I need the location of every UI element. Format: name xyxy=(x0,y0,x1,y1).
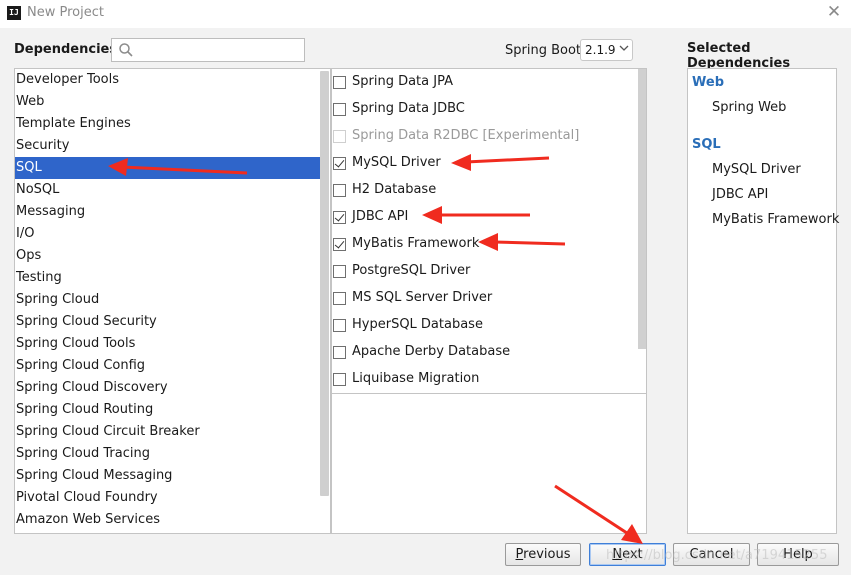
category-item[interactable]: Spring Cloud xyxy=(15,289,320,311)
close-icon[interactable]: ✕ xyxy=(826,3,842,21)
category-item[interactable]: Security xyxy=(15,135,320,157)
search-icon xyxy=(119,43,133,57)
dependency-item[interactable]: PostgreSQL Driver xyxy=(332,258,637,285)
selected-dependencies-title: Selected Dependencies xyxy=(687,41,791,71)
cancel-label: Cancel xyxy=(689,547,734,562)
category-item[interactable]: I/O xyxy=(15,223,320,245)
dependency-item[interactable]: HyperSQL Database xyxy=(332,312,637,339)
category-item[interactable]: Spring Cloud Discovery xyxy=(15,377,320,399)
category-scrollbar[interactable] xyxy=(320,71,329,496)
next-label-rest: ext xyxy=(622,547,643,562)
dependency-item[interactable]: MyBatis Framework xyxy=(332,231,637,258)
dependency-list: Spring Data JPA Spring Data JDBC Spring Da… xyxy=(332,69,637,393)
dependency-label: Spring Data JPA xyxy=(352,74,453,89)
dependency-item[interactable]: JDBC API xyxy=(332,204,637,231)
next-button[interactable]: Next xyxy=(589,543,666,566)
selected-item: Spring Web xyxy=(712,100,787,115)
previous-button[interactable]: Previous xyxy=(505,543,581,566)
selected-group-web: Web xyxy=(692,75,724,90)
category-item[interactable]: Testing xyxy=(15,267,320,289)
help-button[interactable]: Help xyxy=(757,543,839,566)
dependency-label: Apache Derby Database xyxy=(352,344,511,359)
next-mnemonic: N xyxy=(612,547,623,562)
dependency-checkbox[interactable] xyxy=(333,211,346,224)
dependency-label: MySQL Driver xyxy=(352,155,441,170)
spring-boot-label: Spring Boot xyxy=(505,43,582,58)
dependency-label: Liquibase Migration xyxy=(352,371,480,386)
category-item[interactable]: Spring Cloud Routing xyxy=(15,399,320,421)
category-item[interactable]: Spring Cloud Tools xyxy=(15,333,320,355)
category-item[interactable]: Web xyxy=(15,91,320,113)
dependency-label: H2 Database xyxy=(352,182,437,197)
previous-label-rest: revious xyxy=(523,547,571,562)
dependencies-label: Dependencies xyxy=(14,42,118,57)
dependency-item[interactable]: Spring Data JPA xyxy=(332,69,637,96)
dependency-item[interactable]: MySQL Driver xyxy=(332,150,637,177)
dependency-checkbox[interactable] xyxy=(333,238,346,251)
selected-dependencies-panel: Web Spring Web SQL MySQL Driver JDBC API… xyxy=(687,68,840,534)
dependency-checkbox[interactable] xyxy=(333,373,346,386)
dependency-label: HyperSQL Database xyxy=(352,317,483,332)
category-item[interactable]: Spring Cloud Tracing xyxy=(15,443,320,465)
help-label: Help xyxy=(783,547,813,562)
dependency-list-panel: Spring Data JPA Spring Data JDBC Spring Da… xyxy=(331,68,647,534)
category-item[interactable]: SQL xyxy=(15,157,320,179)
dependency-checkbox[interactable] xyxy=(333,292,346,305)
category-list-panel: Developer Tools Web Template Engines Securi… xyxy=(14,68,331,534)
category-item[interactable]: NoSQL xyxy=(15,179,320,201)
selected-item: JDBC API xyxy=(712,187,769,202)
dependency-label: MS SQL Server Driver xyxy=(352,290,493,305)
category-item[interactable]: Spring Cloud Config xyxy=(15,355,320,377)
dependency-checkbox[interactable] xyxy=(333,76,346,89)
dependency-description-divider xyxy=(332,393,646,394)
dependency-item: Spring Data R2DBC [Experimental] xyxy=(332,123,637,150)
category-item[interactable]: Template Engines xyxy=(15,113,320,135)
dependency-label: Spring Data R2DBC [Experimental] xyxy=(352,128,580,143)
dependency-checkbox[interactable] xyxy=(333,103,346,116)
category-item[interactable]: Spring Cloud Circuit Breaker xyxy=(15,421,320,443)
chevron-down-icon xyxy=(619,45,629,51)
previous-mnemonic: P xyxy=(515,547,524,562)
dependency-item[interactable]: Apache Derby Database xyxy=(332,339,637,366)
category-item[interactable]: Messaging xyxy=(15,201,320,223)
category-item[interactable]: Spring Cloud Security xyxy=(15,311,320,333)
search-input[interactable] xyxy=(111,38,305,62)
category-item[interactable]: Amazon Web Services xyxy=(15,509,320,531)
selected-group-sql: SQL xyxy=(692,137,721,152)
category-item[interactable]: Spring Cloud Messaging xyxy=(15,465,320,487)
dependency-checkbox xyxy=(333,130,346,143)
spring-boot-version-value: 2.1.9 xyxy=(585,43,616,57)
dependency-label: JDBC API xyxy=(352,209,409,224)
dependency-item[interactable]: H2 Database xyxy=(332,177,637,204)
selected-item: MyBatis Framework xyxy=(712,212,840,227)
dependency-checkbox[interactable] xyxy=(333,184,346,197)
category-list: Developer Tools Web Template Engines Securi… xyxy=(15,69,320,531)
dependency-checkbox[interactable] xyxy=(333,265,346,278)
dependency-scrollbar[interactable] xyxy=(638,69,646,349)
category-item[interactable]: Ops xyxy=(15,245,320,267)
cancel-button[interactable]: Cancel xyxy=(673,543,750,566)
category-item[interactable]: Pivotal Cloud Foundry xyxy=(15,487,320,509)
dependency-label: MyBatis Framework xyxy=(352,236,480,251)
intellij-app-icon: IJ xyxy=(7,6,21,20)
dependency-item[interactable]: Spring Data JDBC xyxy=(332,96,637,123)
dependency-item[interactable]: Liquibase Migration xyxy=(332,366,637,393)
dependency-checkbox[interactable] xyxy=(333,346,346,359)
dependency-label: Spring Data JDBC xyxy=(352,101,465,116)
category-item[interactable]: Developer Tools xyxy=(15,69,320,91)
title-bar xyxy=(0,0,851,28)
dependency-checkbox[interactable] xyxy=(333,319,346,332)
selected-item: MySQL Driver xyxy=(712,162,801,177)
dependency-label: PostgreSQL Driver xyxy=(352,263,471,278)
dependency-item[interactable]: MS SQL Server Driver xyxy=(332,285,637,312)
window-title: New Project xyxy=(27,5,104,20)
dependency-checkbox[interactable] xyxy=(333,157,346,170)
